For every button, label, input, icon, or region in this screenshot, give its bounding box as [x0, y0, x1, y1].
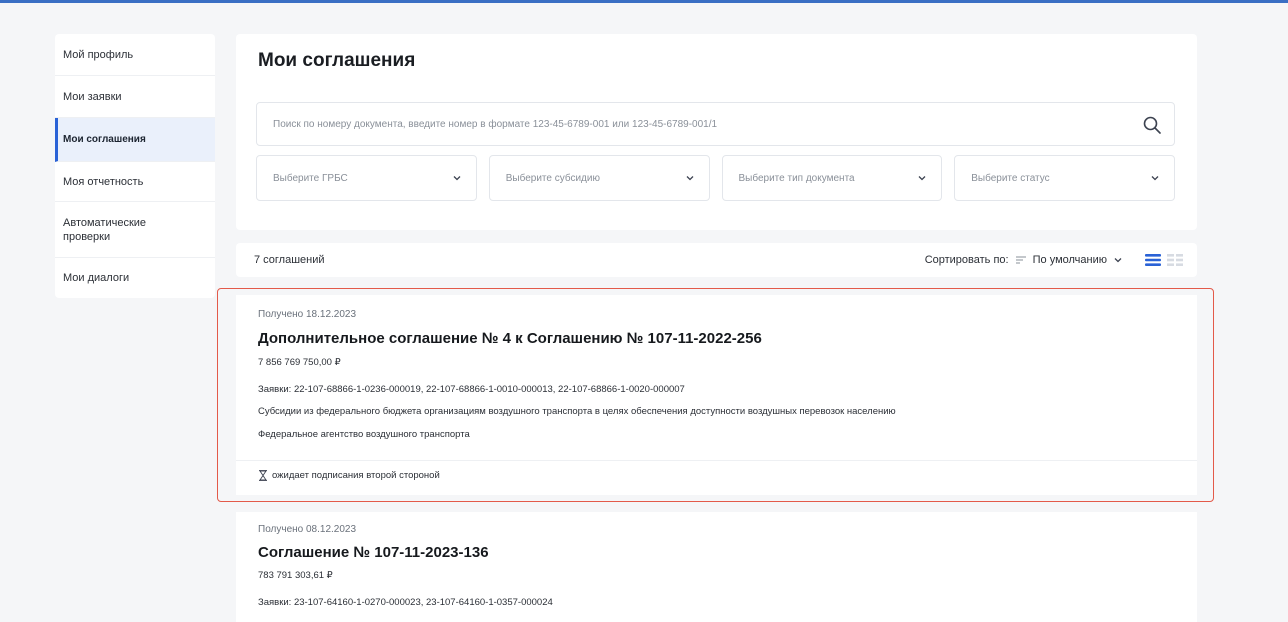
sidebar-nav: Мой профиль Мои заявки Мои соглашения Мо… — [55, 34, 215, 298]
chevron-down-icon — [453, 176, 461, 181]
agreement-status: ожидает подписания второй стороной — [236, 460, 1197, 490]
status-text: ожидает подписания второй стороной — [272, 470, 440, 481]
sidebar-item-auto-checks[interactable]: Автоматические проверки — [55, 202, 215, 258]
sidebar-item-label: Мой профиль — [63, 48, 134, 61]
agreement-subsidy: Субсидии из федерального бюджета организ… — [258, 406, 896, 417]
agreement-agency: Федеральное агентство воздушного транспо… — [258, 429, 470, 440]
filters-row: Выберите ГРБС Выберите субсидию Выберите… — [256, 155, 1175, 201]
sort-icon — [1015, 256, 1026, 264]
sidebar-item-label: Мои заявки — [63, 90, 122, 103]
received-date: Получено 08.12.2023 — [258, 524, 357, 535]
filter-grbs-select[interactable]: Выберите ГРБС — [256, 155, 477, 201]
filter-status-select[interactable]: Выберите статус — [954, 155, 1175, 201]
view-toggle — [1145, 253, 1183, 267]
agreements-count: 7 соглашений — [254, 254, 325, 266]
chevron-down-icon[interactable] — [1113, 255, 1123, 265]
chevron-down-icon — [1151, 176, 1159, 181]
filter-placeholder: Выберите ГРБС — [273, 172, 348, 184]
sidebar-item-requests[interactable]: Мои заявки — [55, 76, 215, 118]
sidebar-item-label: Автоматические проверки — [63, 216, 147, 243]
grid-view-icon[interactable] — [1167, 253, 1183, 267]
filter-placeholder: Выберите субсидию — [505, 172, 600, 184]
search-icon[interactable] — [1142, 115, 1162, 135]
sidebar-item-agreements[interactable]: Мои соглашения — [55, 118, 215, 162]
agreement-requests: Заявки: 22-107-68866-1-0236-000019, 22-1… — [258, 384, 685, 395]
filter-subsidy-select[interactable]: Выберите субсидию — [488, 155, 710, 201]
sort-select[interactable]: По умолчанию — [1033, 254, 1107, 266]
search-input[interactable] — [257, 103, 1117, 145]
sidebar-item-profile[interactable]: Мой профиль — [55, 34, 215, 76]
agreement-amount: 7 856 769 750,00 ₽ — [258, 357, 341, 368]
agreement-amount: 783 791 303,61 ₽ — [258, 570, 333, 581]
hourglass-icon — [259, 470, 267, 481]
sidebar-item-reporting[interactable]: Моя отчетность — [55, 162, 215, 202]
sidebar-item-dialogs[interactable]: Мои диалоги — [55, 258, 215, 298]
agreement-card[interactable]: Получено 08.12.2023 Соглашение № 107-11-… — [236, 512, 1197, 622]
chevron-down-icon — [686, 176, 693, 181]
filter-doc-type-select[interactable]: Выберите тип документа — [721, 155, 943, 201]
agreement-card[interactable]: Получено 18.12.2023 Дополнительное согла… — [236, 295, 1197, 495]
sidebar-item-label: Мои диалоги — [63, 272, 130, 284]
agreements-header-card: Мои соглашения Выберите ГРБС Выберите су… — [236, 34, 1197, 230]
agreement-title[interactable]: Соглашение № 107-11-2023-136 — [258, 544, 489, 561]
list-toolbar: 7 соглашений Сортировать по: По умолчани… — [236, 243, 1197, 277]
agreement-requests: Заявки: 23-107-64160-1-0270-000023, 23-1… — [258, 597, 553, 608]
page-title: Мои соглашения — [258, 50, 416, 71]
filter-placeholder: Выберите тип документа — [738, 172, 855, 184]
list-view-icon[interactable] — [1145, 253, 1161, 267]
agreement-title[interactable]: Дополнительное соглашение № 4 к Соглашен… — [258, 330, 762, 347]
filter-placeholder: Выберите статус — [971, 172, 1050, 184]
sidebar-item-label: Мои соглашения — [63, 133, 146, 145]
sort-label: Сортировать по: — [924, 254, 1009, 266]
chevron-down-icon — [918, 176, 926, 181]
top-accent-line — [0, 0, 1288, 3]
sidebar-item-label: Моя отчетность — [63, 175, 144, 188]
search-box — [256, 102, 1175, 146]
received-date: Получено 18.12.2023 — [258, 309, 357, 320]
sort-control: Сортировать по: По умолчанию — [925, 254, 1123, 266]
